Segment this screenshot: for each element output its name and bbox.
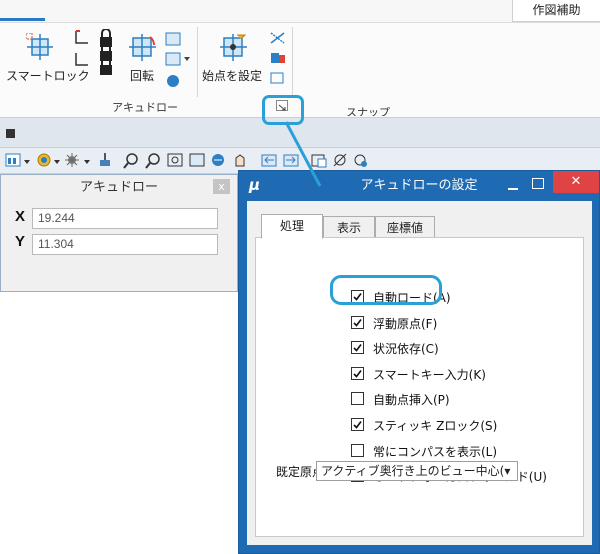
y-value-field[interactable]: 11.304: [32, 234, 218, 255]
dialog-body: 処理 表示 座標値 自動ロード(A) 浮動原点(F) 状況依存(C) スマートキー入力…: [247, 201, 592, 545]
close-icon: ✕: [570, 174, 582, 189]
option-row[interactable]: スティッキ Zロック(S): [256, 416, 576, 434]
option-row[interactable]: 自動点挿入(P): [256, 390, 576, 408]
option-row[interactable]: 状況依存(C): [256, 339, 576, 357]
set-start-point-label: 始点を設定: [202, 69, 263, 83]
window-menu-icon[interactable]: [6, 129, 15, 138]
y-axis-label: Y: [15, 233, 26, 250]
callout-connector-line: [284, 121, 322, 187]
accudraw-panel-close-button[interactable]: x: [213, 179, 230, 194]
view-rotate-icon-group: [165, 32, 190, 87]
checkmark-icon: [353, 370, 362, 378]
rotate-icon: [129, 34, 156, 61]
option-label: スマートキー入力(K): [373, 368, 486, 382]
rotate-label: 回転: [130, 69, 155, 83]
option-label: スティッキ Zロック(S): [373, 419, 498, 433]
x-value-field[interactable]: 19.244: [32, 208, 218, 229]
option-label: 浮動原点(F): [373, 317, 438, 331]
tab-drawing-aids[interactable]: 作図補助: [512, 0, 600, 22]
option-label: 状況依存(C): [373, 342, 439, 356]
active-tab-indicator: [0, 18, 45, 21]
option-checkbox[interactable]: [351, 316, 364, 329]
rotate-button[interactable]: 回転: [124, 29, 162, 89]
tab-processing[interactable]: 処理: [261, 214, 323, 239]
floating-origin-highlight: [330, 275, 442, 305]
checkmark-icon: [353, 344, 362, 352]
option-checkbox[interactable]: [351, 367, 364, 380]
option-checkbox[interactable]: [351, 392, 364, 405]
option-label: 常にコンパスを表示(L): [373, 445, 498, 459]
lock-icon-group: [75, 29, 112, 75]
maximize-button[interactable]: [532, 178, 544, 189]
option-row[interactable]: 浮動原点(F): [256, 314, 576, 332]
group-label-snap: スナップ: [346, 106, 390, 116]
smart-lock-button[interactable]: スマートロック: [6, 29, 90, 89]
ribbon-separator: [292, 27, 293, 97]
option-row[interactable]: 常にコンパスを表示(L): [256, 442, 576, 460]
default-origin-select[interactable]: アクティブ奥行き上のビュー中心(▾: [316, 461, 518, 481]
group-label-accudraw: アキュドロー: [112, 101, 178, 114]
set-start-point-button[interactable]: 始点を設定: [202, 29, 266, 89]
smart-lock-icon: [26, 33, 53, 60]
accudraw-panel-title: アキュドロー: [79, 180, 158, 195]
checkmark-icon: [353, 421, 362, 429]
option-checkbox[interactable]: [351, 341, 364, 354]
ribbon-separator: [197, 27, 198, 97]
minimize-button[interactable]: [507, 179, 519, 191]
minimize-icon: [508, 188, 518, 190]
accudraw-settings-dialog: μ アキュドローの設定 ✕ 処理 表示 座標値 自動ロード(A) 浮動原点(F) 状…: [238, 170, 600, 554]
x-axis-label: X: [15, 208, 26, 225]
option-row[interactable]: スマートキー入力(K): [256, 365, 576, 383]
checkmark-icon: [353, 319, 362, 327]
option-checkbox[interactable]: [351, 444, 364, 457]
close-button[interactable]: ✕: [553, 171, 599, 193]
start-point-icon: [220, 34, 247, 61]
accudraw-panel: アキュドロー x X 19.244 Y 11.304: [0, 174, 238, 292]
ribbon-tab-bar: [0, 0, 600, 22]
snap-tools-icon-group: [270, 32, 285, 84]
option-checkbox[interactable]: [351, 418, 364, 431]
option-label: 自動点挿入(P): [373, 393, 450, 407]
